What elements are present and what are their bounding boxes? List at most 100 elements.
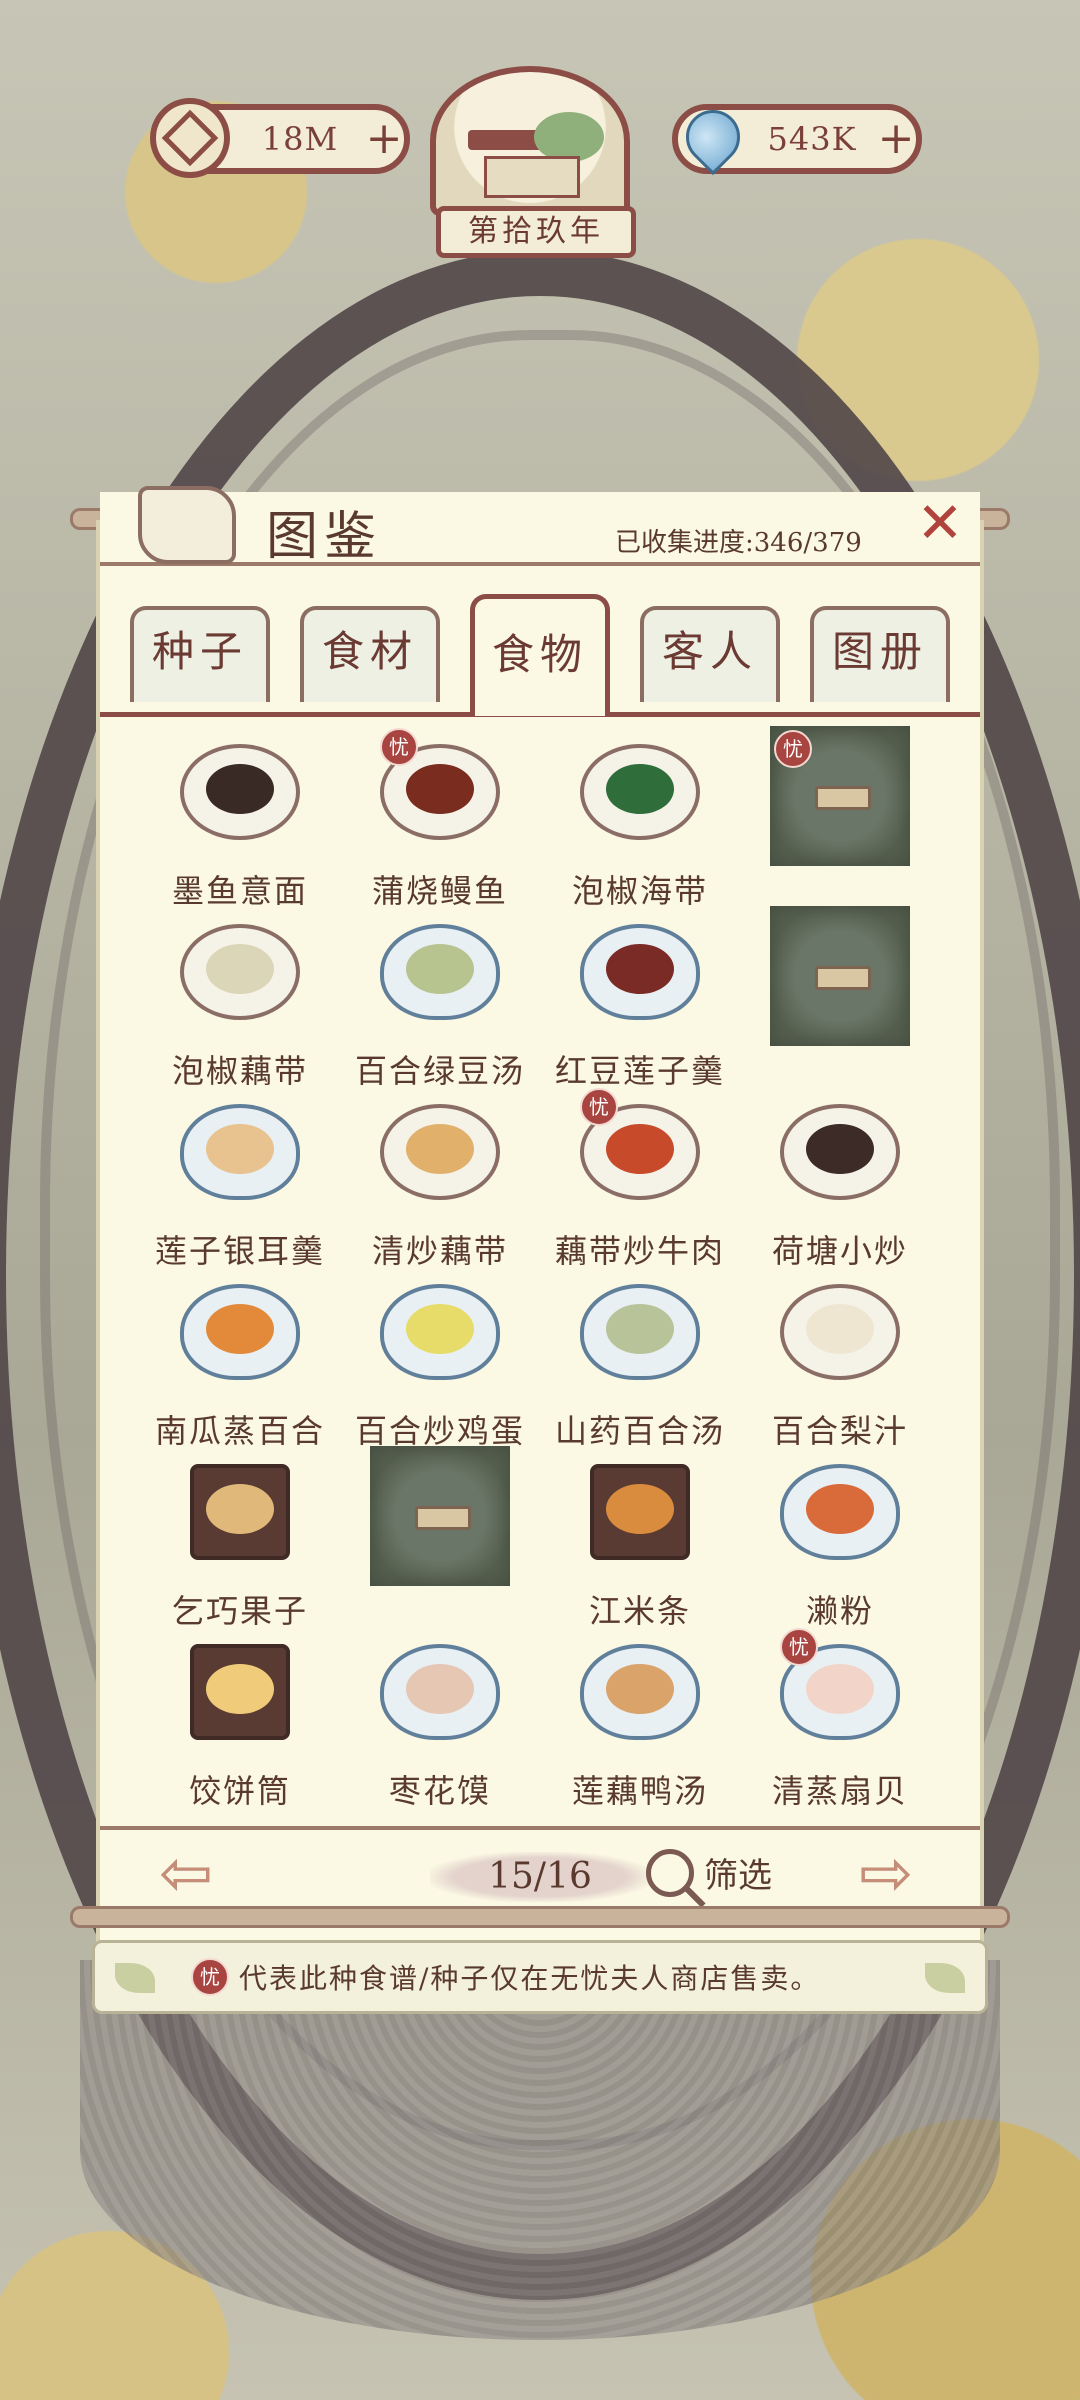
dish-image (776, 1450, 904, 1562)
food-item[interactable]: 泡椒藕带 (140, 910, 340, 1090)
food-name: 藕带炒牛肉 (554, 1232, 725, 1270)
food-item[interactable]: 忧清蒸扇贝 (740, 1628, 940, 1810)
scroll-icon (120, 478, 240, 566)
food-name: 山药百合汤 (554, 1412, 725, 1450)
locked-slot (770, 906, 910, 1046)
filter-label: 筛选 (704, 1856, 772, 1896)
lock-plank-icon (815, 786, 871, 810)
worry-badge-icon: 忧 (380, 728, 418, 766)
food-name: 枣花馍 (388, 1772, 491, 1810)
food-item[interactable]: 荷塘小炒 (740, 1090, 940, 1270)
shop-note: 忧 代表此种食谱/种子仅在无忧夫人商店售卖。 (92, 1940, 988, 2014)
tab-seeds[interactable]: 种子 (130, 606, 270, 702)
arrow-left-icon[interactable]: ⇦ (140, 1842, 232, 1906)
food-item[interactable]: 百合梨汁 (740, 1270, 940, 1450)
dish-image (176, 1090, 304, 1202)
tab-food[interactable]: 食物 (470, 594, 610, 716)
dish-image (376, 910, 504, 1022)
plus-icon[interactable]: + (876, 117, 916, 161)
water-value: 543K (767, 120, 857, 158)
dish-image (576, 1270, 704, 1382)
food-name: 南瓜蒸百合 (154, 1412, 325, 1450)
ginkgo-leaf-icon (925, 1963, 965, 1993)
worry-badge-icon: 忧 (780, 1628, 818, 1666)
coin-value: 18M (261, 120, 339, 158)
dish-image (576, 1450, 704, 1562)
food-name: 蒲烧鳗鱼 (371, 872, 508, 910)
dish-image (176, 1630, 304, 1742)
food-name: 饺饼筒 (188, 1772, 291, 1810)
dish-image (376, 1270, 504, 1382)
ginkgo-leaf-icon (115, 1963, 155, 1993)
year-label: 第拾玖年 (436, 206, 636, 258)
food-name: 墨鱼意面 (171, 872, 308, 910)
collection-progress: 已收集进度:346/379 (615, 528, 862, 558)
water-drop-icon (668, 92, 758, 182)
food-item[interactable]: 乞巧果子 (140, 1450, 340, 1630)
worry-badge-icon: 忧 (774, 730, 812, 768)
coin-icon (150, 98, 230, 178)
panel-title: 图鉴 (266, 507, 383, 567)
food-item[interactable]: 墨鱼意面 (140, 730, 340, 910)
dish-image (576, 910, 704, 1022)
food-name: 泡椒海带 (571, 872, 708, 910)
tab-bar: 种子 食材 食物 客人 图册 (100, 594, 980, 717)
arrow-right-icon[interactable]: ⇨ (840, 1842, 932, 1906)
food-item[interactable]: 莲藕鸭汤 (540, 1630, 740, 1810)
food-item[interactable]: 红豆莲子羹 (540, 910, 740, 1090)
food-item[interactable]: 百合炒鸡蛋 (340, 1270, 540, 1450)
scroll-rod-bottom (70, 1906, 1010, 1928)
dish-image (576, 1630, 704, 1742)
tab-guests[interactable]: 客人 (640, 606, 780, 702)
house-emblem[interactable] (430, 66, 630, 216)
food-item[interactable]: 忧蒲烧鳗鱼 (340, 728, 540, 910)
tab-ingredients[interactable]: 食材 (300, 606, 440, 702)
food-item[interactable]: 南瓜蒸百合 (140, 1270, 340, 1450)
dish-image (376, 1630, 504, 1742)
food-name: 清蒸扇贝 (771, 1772, 908, 1810)
dish-image (576, 730, 704, 842)
locked-slot (370, 1446, 510, 1586)
filter-button[interactable]: 筛选 (646, 1848, 772, 1897)
food-item[interactable]: 江米条 (540, 1450, 740, 1630)
food-name: 莲藕鸭汤 (571, 1772, 708, 1810)
food-item[interactable]: 濑粉 (740, 1450, 940, 1630)
food-item[interactable]: 饺饼筒 (140, 1630, 340, 1810)
note-text: 代表此种食谱/种子仅在无忧夫人商店售卖。 (239, 1962, 821, 1995)
food-name: 濑粉 (805, 1592, 874, 1630)
dish-image (176, 910, 304, 1022)
food-name: 江米条 (588, 1592, 691, 1630)
page-indicator: 15/16 (430, 1852, 650, 1902)
food-item[interactable]: 忧 (740, 726, 940, 910)
food-item[interactable]: 莲子银耳羹 (140, 1090, 340, 1270)
food-name: 泡椒藕带 (171, 1052, 308, 1090)
food-name: 百合绿豆汤 (354, 1052, 525, 1090)
dish-image (376, 1090, 504, 1202)
lock-plank-icon (815, 966, 871, 990)
food-name: 清炒藕带 (371, 1232, 508, 1270)
dish-image (176, 730, 304, 842)
dish-image (176, 1270, 304, 1382)
magnifier-icon (646, 1848, 694, 1897)
food-item[interactable]: 忧藕带炒牛肉 (540, 1088, 740, 1270)
food-item[interactable] (740, 906, 940, 1090)
close-icon[interactable]: ✕ (914, 496, 966, 552)
food-item[interactable]: 百合绿豆汤 (340, 910, 540, 1090)
food-item[interactable]: 清炒藕带 (340, 1090, 540, 1270)
lock-plank-icon (415, 1506, 471, 1530)
worry-badge-icon: 忧 (580, 1088, 618, 1126)
food-name: 荷塘小炒 (771, 1232, 908, 1270)
dish-image (776, 1270, 904, 1382)
worry-badge-icon: 忧 (191, 1958, 229, 1996)
food-item[interactable]: 泡椒海带 (540, 730, 740, 910)
floor-pattern (80, 1960, 1000, 2340)
food-name: 乞巧果子 (171, 1592, 308, 1630)
plus-icon[interactable]: + (364, 117, 404, 161)
food-item[interactable]: 枣花馍 (340, 1630, 540, 1810)
food-item[interactable] (340, 1446, 540, 1630)
dish-image (776, 1090, 904, 1202)
tab-album[interactable]: 图册 (810, 606, 950, 702)
food-item[interactable]: 山药百合汤 (540, 1270, 740, 1450)
food-name: 莲子银耳羹 (154, 1232, 325, 1270)
food-name: 百合梨汁 (771, 1412, 908, 1450)
